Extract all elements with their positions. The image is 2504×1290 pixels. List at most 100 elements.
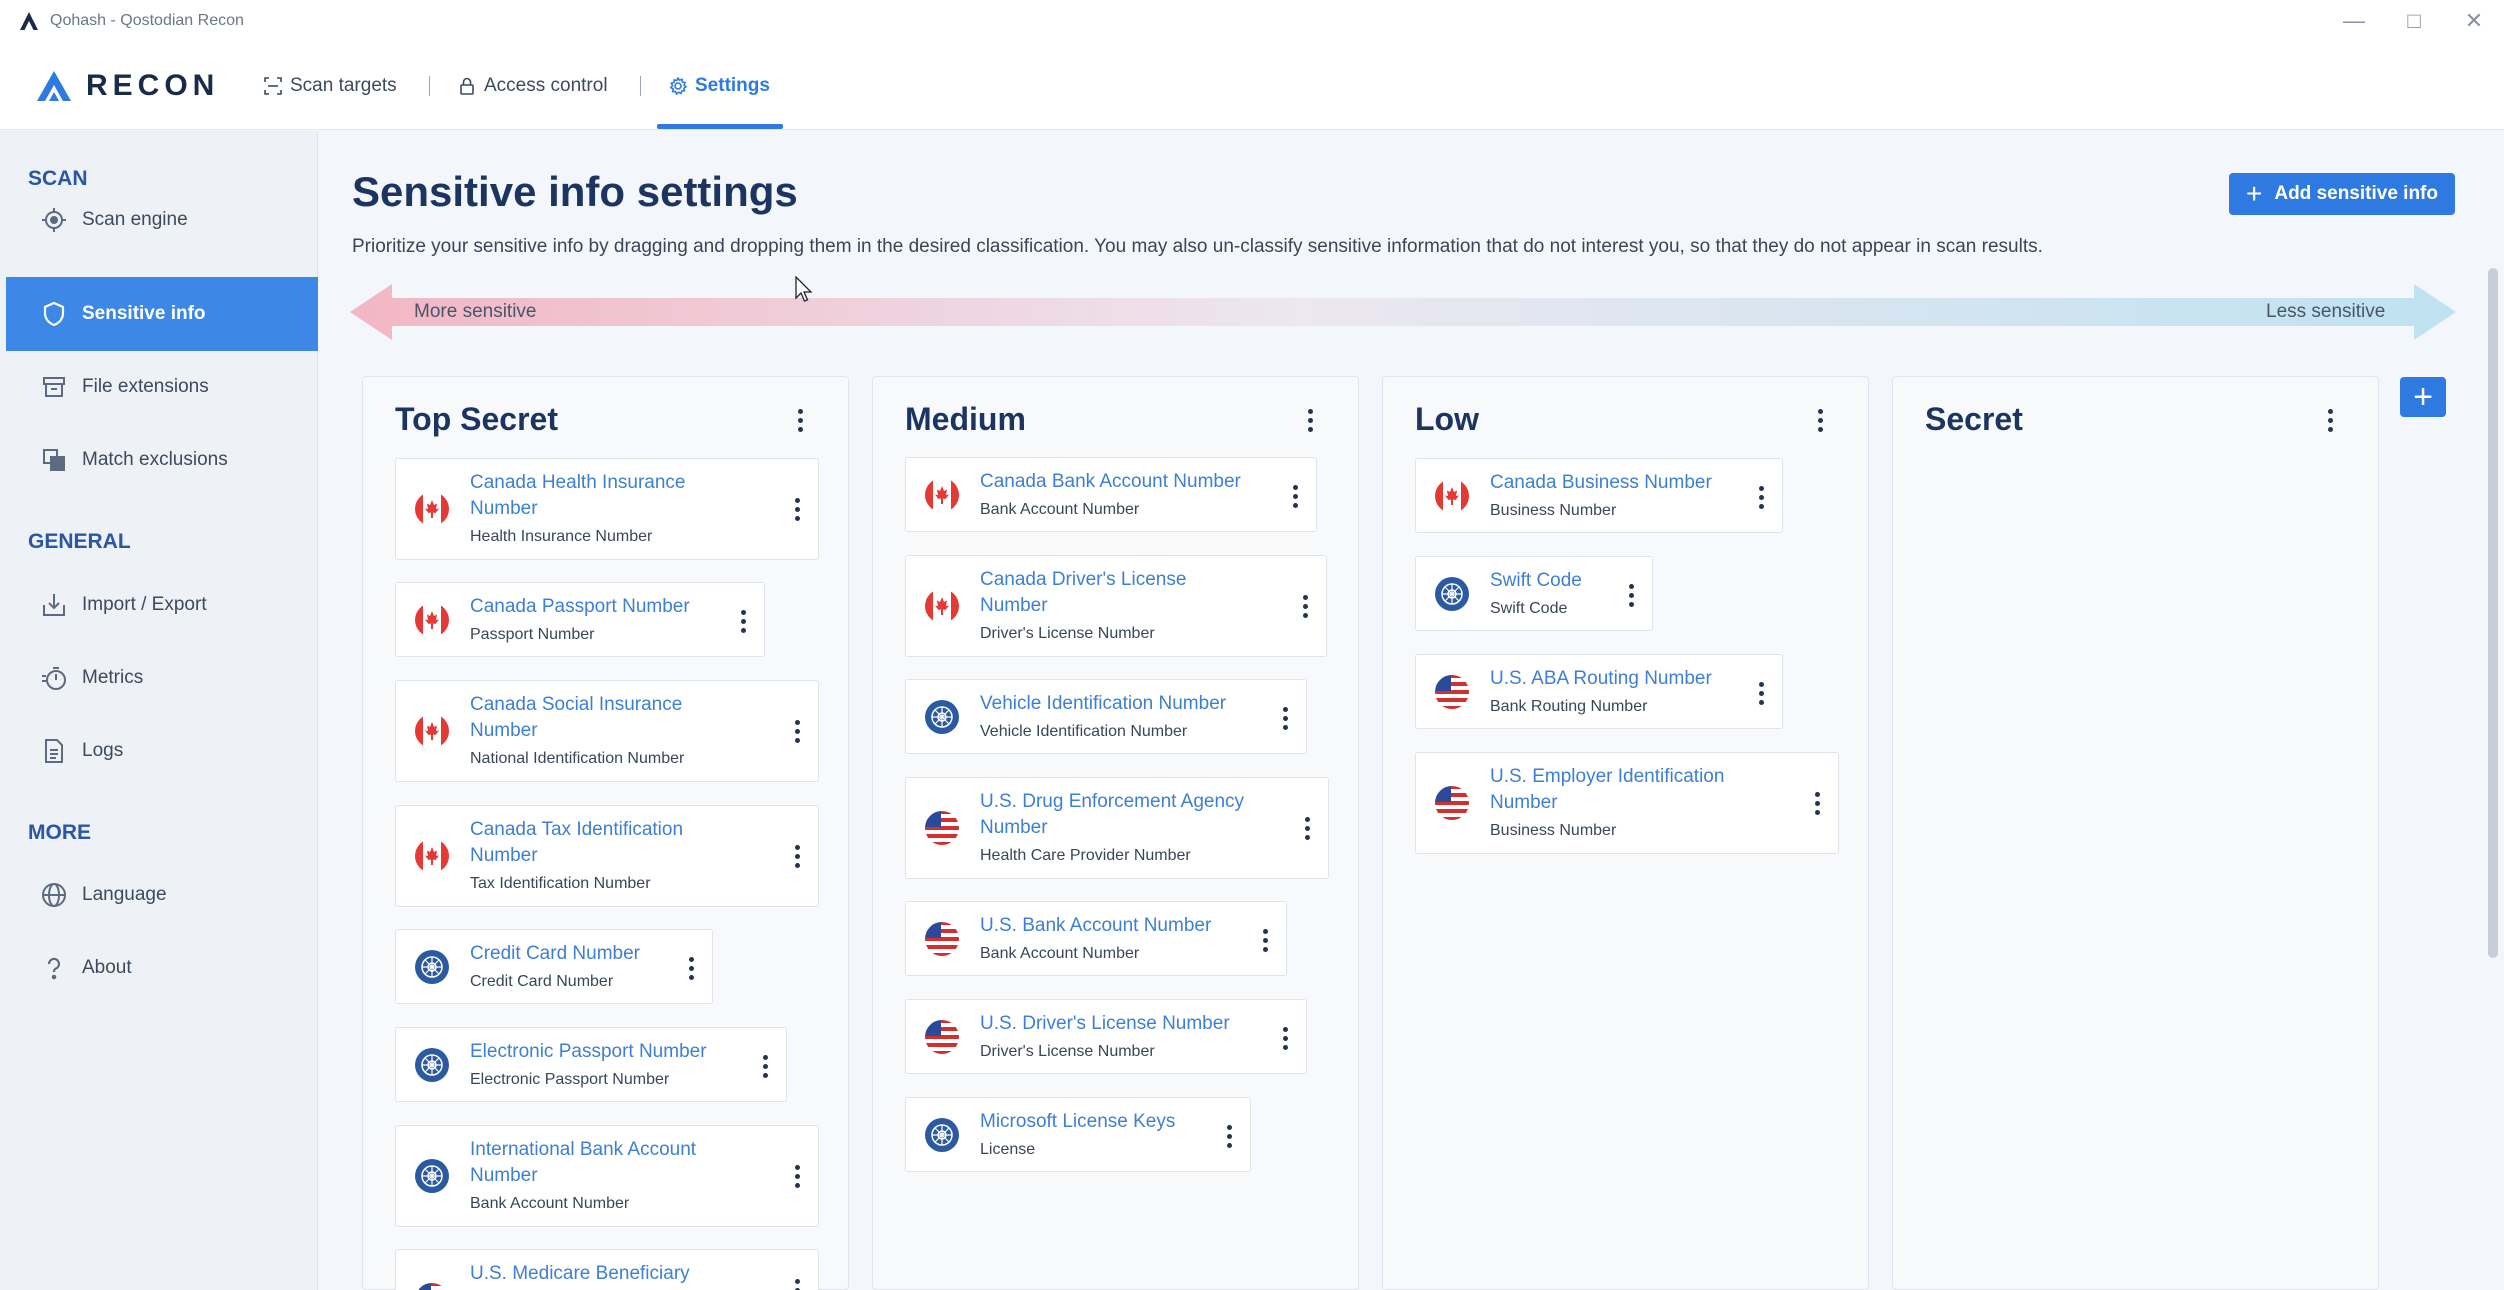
canada-flag-icon [925, 478, 959, 512]
classification-column-top-secret[interactable]: Top Secret Canada Health Insurance Number… [362, 376, 849, 1290]
global-icon [1435, 577, 1469, 611]
sensitive-info-card[interactable]: U.S. Medicare Beneficiary [395, 1249, 819, 1290]
canada-flag-icon [415, 714, 449, 748]
kebab-menu-icon[interactable] [733, 606, 753, 636]
kebab-menu-icon[interactable] [1808, 403, 1832, 437]
card-subtitle: Credit Card Number [470, 973, 614, 990]
sensitive-info-card[interactable]: U.S. Employer Identification Number Busin… [1415, 752, 1839, 854]
card-subtitle: Passport Number [470, 626, 595, 643]
kebab-menu-icon[interactable] [1807, 788, 1827, 818]
add-classification-button[interactable]: + [2400, 377, 2446, 417]
active-tab-indicator [657, 124, 783, 129]
sidebar-item-logs[interactable]: Logs [6, 714, 318, 788]
sensitive-info-card[interactable]: Electronic Passport Number Electronic Pa… [395, 1027, 787, 1102]
card-subtitle: Tax Identification Number [470, 875, 651, 892]
kebab-menu-icon[interactable] [1285, 481, 1305, 511]
kebab-menu-icon[interactable] [1275, 1023, 1295, 1053]
sensitive-info-card[interactable]: Canada Business Number Business Number [1415, 458, 1783, 533]
page-title: Sensitive info settings [352, 168, 798, 215]
minimize-icon[interactable]: — [2324, 0, 2384, 42]
add-sensitive-info-button[interactable]: + Add sensitive info [2229, 173, 2455, 215]
kebab-menu-icon[interactable] [788, 403, 812, 437]
classification-column-medium[interactable]: Medium Canada Bank Account Number Bank A… [872, 376, 1359, 1290]
kebab-menu-icon[interactable] [1751, 678, 1771, 708]
sidebar-item-about[interactable]: About [6, 931, 318, 1005]
recon-logo[interactable]: RECON [36, 68, 219, 104]
card-title: Canada Social Insurance Number [470, 694, 683, 741]
sidebar-item-scan-engine[interactable]: Scan engine [6, 183, 318, 257]
kebab-menu-icon[interactable] [1298, 403, 1322, 437]
card-title: Canada Bank Account Number [980, 471, 1241, 492]
sidebar-item-sensitive-info[interactable]: Sensitive info [6, 277, 318, 351]
card-title: U.S. Drug Enforcement Agency Number [980, 791, 1245, 838]
page-description: Prioritize your sensitive info by draggi… [352, 236, 2043, 257]
canada-flag-icon [415, 839, 449, 873]
question-icon [47, 957, 61, 980]
kebab-menu-icon[interactable] [1297, 813, 1317, 843]
sensitive-info-card[interactable]: Microsoft License Keys License [905, 1097, 1251, 1172]
sensitive-info-card[interactable]: Canada Tax Identification Number Tax Iden… [395, 805, 819, 907]
globe-icon [42, 883, 66, 907]
close-icon[interactable]: ✕ [2444, 0, 2504, 42]
card-subtitle: Bank Account Number [470, 1195, 630, 1212]
sensitive-info-card[interactable]: Canada Health Insurance Number Health Ins… [395, 458, 819, 560]
kebab-menu-icon[interactable] [787, 841, 807, 871]
sensitive-info-card[interactable]: U.S. Driver's License Number Driver's Li… [905, 999, 1307, 1074]
sensitive-info-card[interactable]: Canada Passport Number Passport Number [395, 582, 765, 657]
sidebar-item-file-extensions[interactable]: File extensions [6, 350, 318, 424]
kebab-menu-icon[interactable] [1621, 580, 1641, 610]
card-subtitle: Health Insurance Number [470, 528, 653, 545]
sensitive-info-card[interactable]: Canada Social Insurance Number National I… [395, 680, 819, 782]
kebab-menu-icon[interactable] [681, 953, 701, 983]
sidebar-item-metrics[interactable]: Metrics [6, 641, 318, 715]
kebab-menu-icon[interactable] [787, 494, 807, 524]
classification-column-secret[interactable]: Secret [1892, 376, 2379, 1290]
add-sensitive-info-label: Add sensitive info [2274, 183, 2438, 204]
tab-settings-label: Settings [695, 75, 770, 96]
scrollbar[interactable] [2488, 268, 2498, 958]
sensitive-info-card[interactable]: Canada Bank Account Number Bank Account … [905, 457, 1317, 532]
card-title: U.S. Driver's License Number [980, 1013, 1230, 1034]
card-title: U.S. ABA Routing Number [1490, 668, 1712, 689]
sensitive-info-card[interactable]: Vehicle Identification Number Vehicle Id… [905, 679, 1307, 754]
tab-access-control[interactable]: Access control [458, 70, 608, 102]
sensitive-info-card[interactable]: U.S. Bank Account Number Bank Account Nu… [905, 901, 1287, 976]
sidebar-item-language[interactable]: Language [6, 858, 318, 932]
kebab-menu-icon[interactable] [2318, 403, 2342, 437]
kebab-menu-icon[interactable] [1255, 925, 1275, 955]
window-title: Qohash - Qostodian Recon [50, 12, 244, 29]
us-flag-icon [925, 922, 959, 956]
sidebar-heading-more: MORE [28, 821, 91, 844]
mouse-cursor-icon [795, 276, 813, 302]
kebab-menu-icon[interactable] [787, 1161, 807, 1191]
kebab-menu-icon[interactable] [1219, 1121, 1239, 1151]
scan-icon [264, 77, 282, 95]
kebab-menu-icon[interactable] [1751, 482, 1771, 512]
global-icon [415, 950, 449, 984]
kebab-menu-icon[interactable] [1295, 591, 1315, 621]
canada-flag-icon [1435, 479, 1469, 513]
tab-scan-targets-label: Scan targets [290, 75, 397, 96]
maximize-icon[interactable]: □ [2384, 0, 2444, 42]
kebab-menu-icon[interactable] [755, 1051, 775, 1081]
sensitive-info-card[interactable]: U.S. Drug Enforcement Agency Number Healt… [905, 777, 1329, 879]
kebab-menu-icon[interactable] [787, 1275, 807, 1290]
sensitive-info-card[interactable]: Swift Code Swift Code [1415, 556, 1653, 631]
sensitive-info-card[interactable]: International Bank Account Number Bank Ac… [395, 1125, 819, 1227]
card-title: International Bank Account Number [470, 1139, 697, 1186]
sensitive-info-card[interactable]: Canada Driver's License Number Driver's L… [905, 555, 1327, 657]
card-title: U.S. Bank Account Number [980, 915, 1212, 936]
classification-column-low[interactable]: Low Canada Business Number Business Numb… [1382, 376, 1869, 1290]
sensitivity-gradient-arrow [350, 284, 2456, 340]
kebab-menu-icon[interactable] [1275, 703, 1295, 733]
stopwatch-icon [42, 667, 66, 690]
sidebar-item-match-exclusions[interactable]: Match exclusions [6, 423, 318, 497]
tab-scan-targets[interactable]: Scan targets [264, 70, 397, 102]
sensitive-info-card[interactable]: Credit Card Number Credit Card Number [395, 929, 713, 1004]
tab-settings[interactable]: Settings [669, 70, 770, 102]
kebab-menu-icon[interactable] [787, 716, 807, 746]
tab-access-control-label: Access control [484, 75, 608, 96]
sidebar-item-import-export[interactable]: Import / Export [6, 568, 318, 642]
plus-icon: + [2246, 178, 2263, 209]
sensitive-info-card[interactable]: U.S. ABA Routing Number Bank Routing Num… [1415, 654, 1783, 729]
